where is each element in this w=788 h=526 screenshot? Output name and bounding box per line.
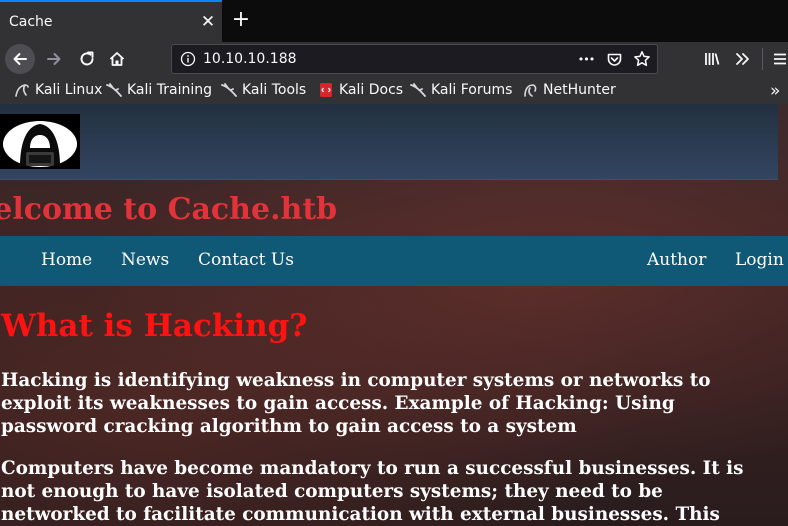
kali-dragon-icon <box>106 83 122 97</box>
navigation-toolbar: 10.10.10.188 ••• <box>0 42 788 76</box>
menu-login-link[interactable]: Login <box>735 250 784 270</box>
bookmark-label: Kali Docs <box>339 82 404 98</box>
new-tab-button[interactable]: + <box>229 9 253 33</box>
paragraph-line: password cracking algorithm to gain acce… <box>1 416 577 437</box>
home-icon <box>109 52 125 66</box>
paragraph-line: Hacking is identifying weakness in compu… <box>1 370 711 391</box>
bookmark-kali-linux[interactable]: Kali Linux <box>14 81 102 99</box>
pocket-icon <box>607 53 621 66</box>
site-menu-bar: Home News Contact Us Author Login <box>0 236 788 286</box>
kali-dragon-icon <box>15 84 29 97</box>
kali-dragon-icon <box>221 83 237 97</box>
reload-button[interactable] <box>73 45 101 73</box>
paragraph-computers: Computers have become mandatory to run a… <box>1 457 786 526</box>
bookmark-label: Kali Training <box>127 82 212 98</box>
paragraph-line: exploit its weaknesses to gain access. E… <box>1 393 675 414</box>
bookmark-kali-forums[interactable]: Kali Forums <box>410 81 512 99</box>
menu-home-link[interactable]: Home <box>41 250 92 270</box>
hamburger-icon <box>774 53 786 65</box>
kali-docs-icon <box>320 83 332 97</box>
bookmark-kali-training[interactable]: Kali Training <box>106 81 212 99</box>
library-button[interactable] <box>698 45 726 73</box>
url-bar[interactable]: 10.10.10.188 ••• <box>171 44 658 74</box>
tab-bar: Cache ✕ + <box>0 0 788 42</box>
welcome-heading: Welcome to Cache.htb <box>0 192 338 227</box>
home-button[interactable] <box>103 45 131 73</box>
kali-dragon-icon <box>410 83 426 97</box>
page-actions-icon[interactable]: ••• <box>576 49 596 69</box>
back-arrow-icon <box>13 53 27 65</box>
tab-cache[interactable]: Cache ✕ <box>0 0 222 42</box>
tab-title: Cache <box>9 14 53 30</box>
hamburger-menu-button[interactable] <box>766 45 788 73</box>
menu-news-link[interactable]: News <box>121 250 169 270</box>
info-icon[interactable] <box>180 51 196 67</box>
bookmark-star-button[interactable] <box>632 49 652 69</box>
overflow-menu-button[interactable] <box>728 45 756 73</box>
paragraph-line: networked to facilitate communication wi… <box>1 504 720 525</box>
library-icon <box>705 53 720 65</box>
menu-contact-link[interactable]: Contact Us <box>198 250 294 270</box>
star-icon <box>634 51 650 67</box>
bookmark-nethunter[interactable]: NetHunter <box>522 81 616 99</box>
nethunter-icon <box>524 84 537 97</box>
reload-icon <box>80 51 94 66</box>
url-text[interactable]: 10.10.10.188 <box>203 51 297 67</box>
double-chevron-right-icon <box>736 53 749 65</box>
toolbar-divider <box>762 48 763 70</box>
back-button[interactable] <box>5 44 35 74</box>
site-header-banner <box>0 104 778 180</box>
bookmark-label: Kali Tools <box>242 82 307 98</box>
section-heading: What is Hacking? <box>1 308 308 344</box>
bookmark-label: Kali Linux <box>35 82 103 98</box>
menu-author-link[interactable]: Author <box>647 250 706 270</box>
forward-button[interactable] <box>40 45 68 73</box>
hacker-logo[interactable] <box>0 114 80 169</box>
paragraph-line: not enough to have isolated computers sy… <box>1 481 663 502</box>
paragraph-hacking-definition: Hacking is identifying weakness in compu… <box>1 369 786 438</box>
bookmark-label: NetHunter <box>543 82 616 98</box>
bookmark-label: Kali Forums <box>431 82 513 98</box>
bookmarks-toolbar: Kali Linux Kali Training Kali Tools Kali… <box>0 76 788 104</box>
hooded-hacker-icon <box>3 121 77 167</box>
tab-close-icon[interactable]: ✕ <box>198 12 218 32</box>
paragraph-line: Computers have become mandatory to run a… <box>1 458 744 479</box>
forward-arrow-icon <box>47 53 61 65</box>
pocket-button[interactable] <box>604 49 624 69</box>
bookmarks-overflow-icon[interactable]: » <box>770 81 780 101</box>
bookmark-kali-docs[interactable]: Kali Docs <box>318 81 403 99</box>
bookmark-kali-tools[interactable]: Kali Tools <box>221 81 306 99</box>
page-viewport: Welcome to Cache.htb Home News Contact U… <box>0 104 788 526</box>
